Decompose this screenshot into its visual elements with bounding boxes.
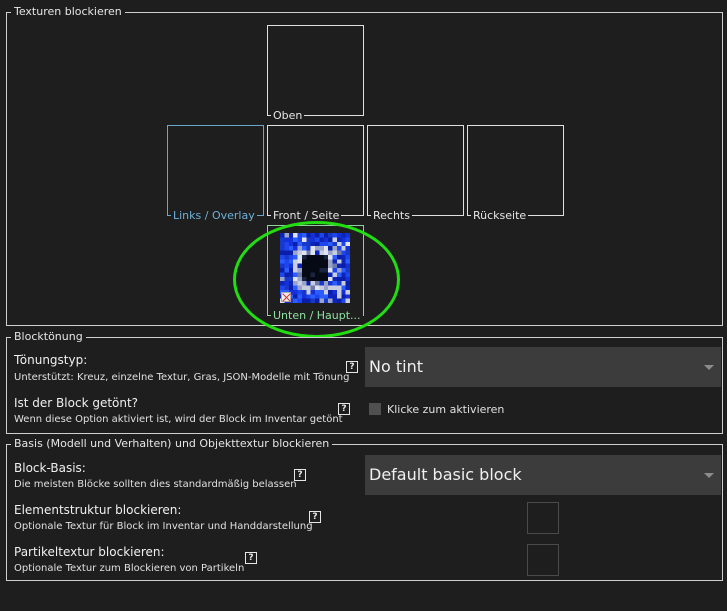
texture-section: Texturen blockieren	[6, 5, 723, 326]
tinted-item-description: Wenn diese Option aktiviert ist, wird de…	[14, 414, 343, 425]
texture-slot-left-overlay-label: Links / Overlay	[171, 209, 257, 223]
tinted-item-title: Ist der Block getönt?	[14, 396, 139, 410]
tint-section-legend: Blocktönung	[11, 330, 86, 344]
texture-slot-left-overlay[interactable]: Links / Overlay	[167, 125, 264, 223]
texture-slot-right[interactable]: Rechts	[367, 125, 464, 223]
item-texture-slot[interactable]	[527, 502, 559, 534]
texture-section-legend: Texturen blockieren	[11, 5, 125, 19]
block-base-value: Default basic block	[369, 465, 522, 484]
particle-texture-help-icon[interactable]: ?	[245, 552, 257, 564]
block-base-title: Block-Basis:	[14, 461, 86, 475]
base-section-legend: Basis (Modell und Verhalten) und Objektt…	[11, 437, 333, 451]
tint-type-description: Unterstützt: Kreuz, einzelne Textur, Gra…	[14, 372, 350, 383]
tinted-item-checkbox-label[interactable]: Klicke zum aktivieren	[387, 403, 504, 417]
texture-slot-bottom-main-label: Unten / Haupt...	[271, 309, 363, 323]
item-texture-help-icon[interactable]: ?	[309, 511, 321, 523]
texture-slot-top-label: Oben	[271, 109, 305, 123]
particle-texture-slot[interactable]	[527, 544, 559, 576]
missing-texture-icon	[281, 292, 291, 302]
texture-slot-right-label: Rechts	[371, 209, 412, 223]
tint-type-value: No tint	[369, 357, 423, 376]
item-texture-title: Elementstruktur blockieren:	[14, 503, 182, 517]
texture-slot-top[interactable]: Oben	[267, 25, 364, 123]
texture-slot-front-label: Front / Seite	[271, 209, 342, 223]
particle-texture-description: Optionale Textur zum Blockieren von Part…	[14, 563, 245, 574]
texture-slot-back-label: Rückseite	[471, 209, 529, 223]
tinted-item-help-icon[interactable]: ?	[338, 403, 350, 415]
chevron-down-icon	[704, 473, 714, 478]
tint-type-select[interactable]: No tint	[365, 347, 721, 387]
item-texture-description: Optionale Textur für Block im Inventar u…	[14, 521, 313, 532]
texture-slot-bottom-main[interactable]: Unten / Haupt...	[267, 225, 364, 323]
block-base-help-icon[interactable]: ?	[294, 469, 306, 481]
tint-type-help-icon[interactable]: ?	[346, 361, 358, 373]
tinted-item-checkbox[interactable]	[369, 403, 381, 415]
chevron-down-icon	[704, 365, 714, 370]
particle-texture-title: Partikeltextur blockieren:	[14, 545, 165, 559]
block-base-description: Die meisten Blöcke sollten dies standard…	[14, 479, 297, 490]
block-base-select[interactable]: Default basic block	[365, 455, 721, 495]
texture-slot-front[interactable]: Front / Seite	[267, 125, 364, 223]
tint-type-title: Tönungstyp:	[14, 353, 88, 367]
texture-slot-back[interactable]: Rückseite	[467, 125, 564, 223]
